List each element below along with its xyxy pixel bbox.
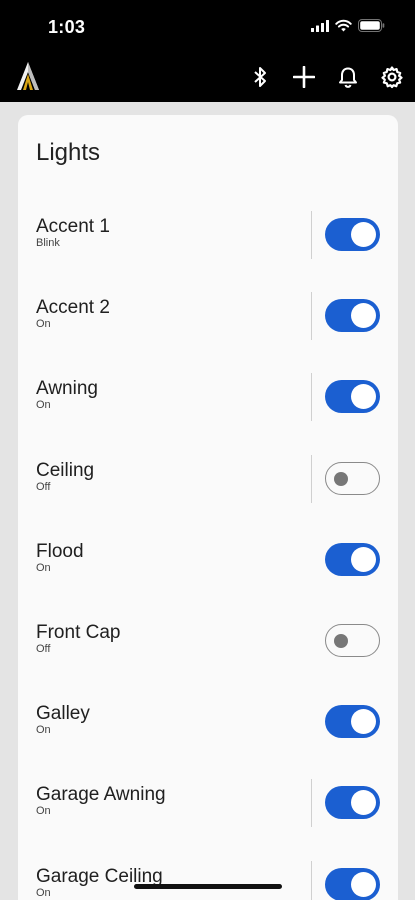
light-toggle[interactable] (325, 624, 380, 657)
light-status: On (36, 318, 51, 331)
row-divider (311, 373, 312, 422)
light-row: Galley On (18, 682, 398, 763)
light-toggle[interactable] (325, 705, 380, 739)
card-title: Lights (36, 139, 101, 166)
light-toggle[interactable] (325, 461, 380, 495)
app-bar (0, 52, 415, 102)
light-row: Garage Awning On (18, 763, 398, 844)
light-toggle[interactable] (325, 542, 380, 576)
light-row: Accent 2 On (18, 276, 398, 357)
toggle-knob (351, 384, 376, 410)
light-toggle[interactable] (325, 380, 380, 414)
light-name: Accent 2 (36, 297, 110, 319)
light-row: Garage Ceiling On (18, 845, 398, 900)
row-divider (311, 860, 312, 900)
toggle-knob (351, 871, 376, 897)
home-indicator[interactable] (134, 884, 282, 889)
light-name: Awning (36, 378, 98, 400)
light-name: Accent 1 (36, 216, 110, 237)
wifi-icon (335, 19, 352, 37)
status-icons (311, 19, 385, 37)
light-toggle[interactable] (325, 786, 380, 820)
cellular-signal-icon (311, 19, 329, 37)
toggle-knob (351, 709, 376, 735)
light-status: On (36, 886, 51, 899)
status-bar: 1:03 (0, 0, 415, 52)
gear-icon[interactable] (379, 64, 405, 90)
light-status: Blink (36, 237, 60, 249)
light-name: Ceiling (36, 459, 95, 481)
light-status: On (36, 724, 51, 737)
light-toggle[interactable] (325, 299, 380, 333)
light-status: Off (36, 480, 51, 493)
row-divider (311, 292, 312, 341)
light-name: Front Cap (36, 622, 121, 643)
light-toggle[interactable] (325, 867, 380, 900)
lights-card: Lights Accent 1 Blink Accent 2 On Awning On Ce… (18, 115, 398, 900)
row-divider (311, 211, 312, 259)
toggle-knob (351, 546, 376, 572)
row-divider (311, 454, 312, 503)
bell-icon[interactable] (335, 64, 361, 90)
toggle-knob (351, 790, 376, 816)
light-name: Garage Awning (36, 784, 166, 806)
toggle-knob (351, 222, 376, 247)
row-divider (311, 779, 312, 828)
light-name: Galley (36, 703, 90, 725)
light-row: Accent 1 Blink (18, 195, 398, 276)
battery-icon (358, 19, 385, 37)
light-status: Off (36, 643, 51, 655)
light-row: Flood On (18, 520, 398, 601)
light-name: Flood (36, 540, 84, 562)
bluetooth-icon[interactable] (247, 64, 273, 90)
app-logo (14, 60, 42, 94)
add-icon[interactable] (291, 64, 317, 90)
toggle-knob (351, 303, 376, 329)
light-status: On (36, 399, 51, 412)
toolbar (247, 64, 405, 90)
light-row: Awning On (18, 357, 398, 438)
light-row: Ceiling Off (18, 439, 398, 520)
light-row: Front Cap Off (18, 601, 398, 682)
light-toggle[interactable] (325, 218, 380, 251)
toggle-knob (334, 471, 348, 486)
light-status: On (36, 561, 51, 574)
status-time: 1:03 (48, 17, 86, 37)
toggle-knob (334, 634, 348, 648)
light-status: On (36, 805, 51, 818)
